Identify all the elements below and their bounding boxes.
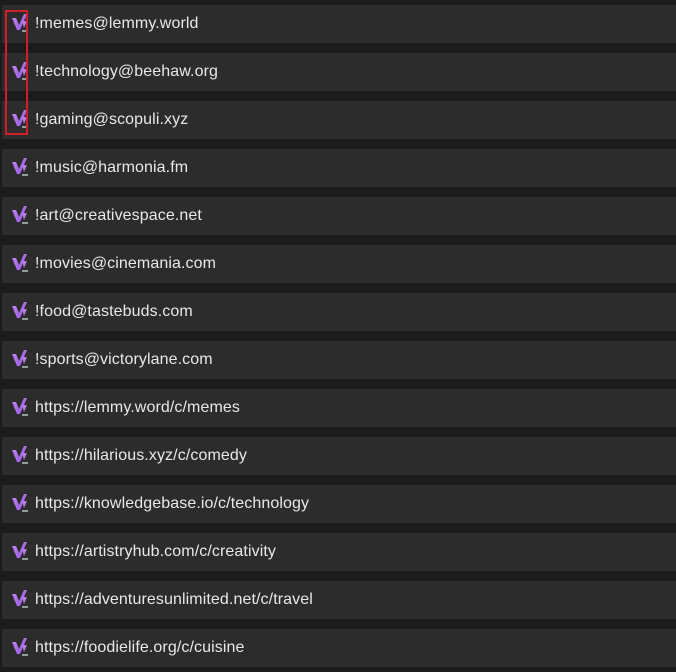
list-item[interactable]: https://foodielife.org/c/cuisine <box>2 629 676 667</box>
list-item[interactable]: !music@harmonia.fm <box>2 149 676 187</box>
lemmy-logo-icon <box>11 397 29 419</box>
lemmy-logo-icon <box>11 109 29 131</box>
list-item[interactable]: https://hilarious.xyz/c/comedy <box>2 437 676 475</box>
community-label: https://foodielife.org/c/cuisine <box>35 639 245 656</box>
lemmy-logo-icon <box>11 589 29 611</box>
list-item[interactable]: !movies@cinemania.com <box>2 245 676 283</box>
lemmy-logo-icon <box>11 301 29 323</box>
community-label: !sports@victorylane.com <box>35 351 213 368</box>
community-label: !gaming@scopuli.xyz <box>35 111 189 128</box>
lemmy-logo-icon <box>11 253 29 275</box>
list-item[interactable]: !food@tastebuds.com <box>2 293 676 331</box>
community-label: https://artistryhub.com/c/creativity <box>35 543 277 560</box>
lemmy-logo-icon <box>11 445 29 467</box>
lemmy-logo-icon <box>11 157 29 179</box>
list-item[interactable]: https://lemmy.word/c/memes <box>2 389 676 427</box>
community-label: !memes@lemmy.world <box>35 15 199 32</box>
community-label: !food@tastebuds.com <box>35 303 193 320</box>
community-label: !movies@cinemania.com <box>35 255 217 272</box>
list-item[interactable]: https://adventuresunlimited.net/c/travel <box>2 581 676 619</box>
list-item[interactable]: !gaming@scopuli.xyz <box>2 101 676 139</box>
community-label: https://lemmy.word/c/memes <box>35 399 241 416</box>
lemmy-logo-icon <box>11 13 29 35</box>
list-item[interactable]: !memes@lemmy.world <box>2 5 676 43</box>
list-item[interactable]: !art@creativespace.net <box>2 197 676 235</box>
community-label: https://hilarious.xyz/c/comedy <box>35 447 247 464</box>
lemmy-logo-icon <box>11 637 29 659</box>
community-label: !art@creativespace.net <box>35 207 202 224</box>
lemmy-logo-icon <box>11 541 29 563</box>
community-list: !memes@lemmy.world !technology@beehaw.or… <box>0 0 676 672</box>
community-label: !music@harmonia.fm <box>35 159 189 176</box>
community-label: https://adventuresunlimited.net/c/travel <box>35 591 313 608</box>
community-label: https://knowledgebase.io/c/technology <box>35 495 310 512</box>
list-item[interactable]: https://artistryhub.com/c/creativity <box>2 533 676 571</box>
lemmy-logo-icon <box>11 493 29 515</box>
lemmy-logo-icon <box>11 61 29 83</box>
community-label: !technology@beehaw.org <box>35 63 219 80</box>
lemmy-logo-icon <box>11 205 29 227</box>
lemmy-logo-icon <box>11 349 29 371</box>
list-item[interactable]: !sports@victorylane.com <box>2 341 676 379</box>
list-item[interactable]: https://knowledgebase.io/c/technology <box>2 485 676 523</box>
list-item[interactable]: !technology@beehaw.org <box>2 53 676 91</box>
